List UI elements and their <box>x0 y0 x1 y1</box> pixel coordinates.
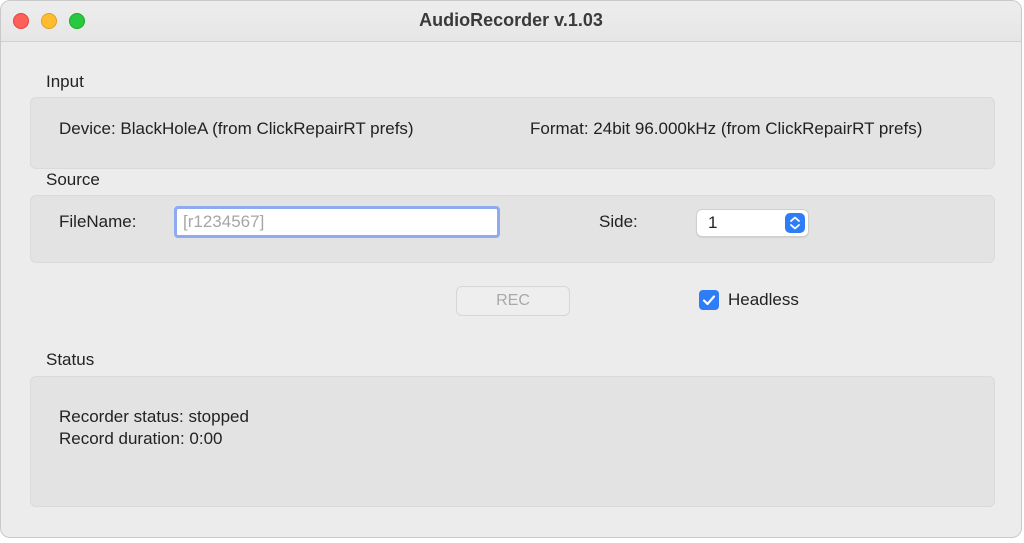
app-window: AudioRecorder v.1.03 Input Device: Black… <box>0 0 1022 538</box>
checkmark-icon <box>702 295 716 306</box>
input-section-label: Input <box>46 72 84 91</box>
rec-button[interactable]: REC <box>456 286 570 316</box>
headless-label: Headless <box>728 290 799 309</box>
device-text: Device: BlackHoleA (from ClickRepairRT p… <box>59 119 414 138</box>
filename-input[interactable] <box>174 206 500 238</box>
status-group: Recorder status: stopped Record duration… <box>30 376 995 507</box>
side-select[interactable]: 1 <box>696 209 809 237</box>
title-bar: AudioRecorder v.1.03 <box>1 1 1021 42</box>
format-text: Format: 24bit 96.000kHz (from ClickRepai… <box>530 119 923 138</box>
filename-label: FileName: <box>59 212 137 231</box>
input-group: Device: BlackHoleA (from ClickRepairRT p… <box>30 97 995 169</box>
up-down-chevrons-icon <box>785 213 805 233</box>
window-title: AudioRecorder v.1.03 <box>419 10 603 30</box>
side-label: Side: <box>599 212 638 231</box>
background-strip <box>0 538 1024 543</box>
recorder-status-text: Recorder status: stopped <box>59 407 249 426</box>
record-duration-text: Record duration: 0:00 <box>59 429 223 448</box>
side-select-value: 1 <box>708 213 718 232</box>
status-section-label: Status <box>46 350 95 369</box>
source-section-label: Source <box>46 170 100 189</box>
headless-checkbox[interactable] <box>699 290 719 310</box>
